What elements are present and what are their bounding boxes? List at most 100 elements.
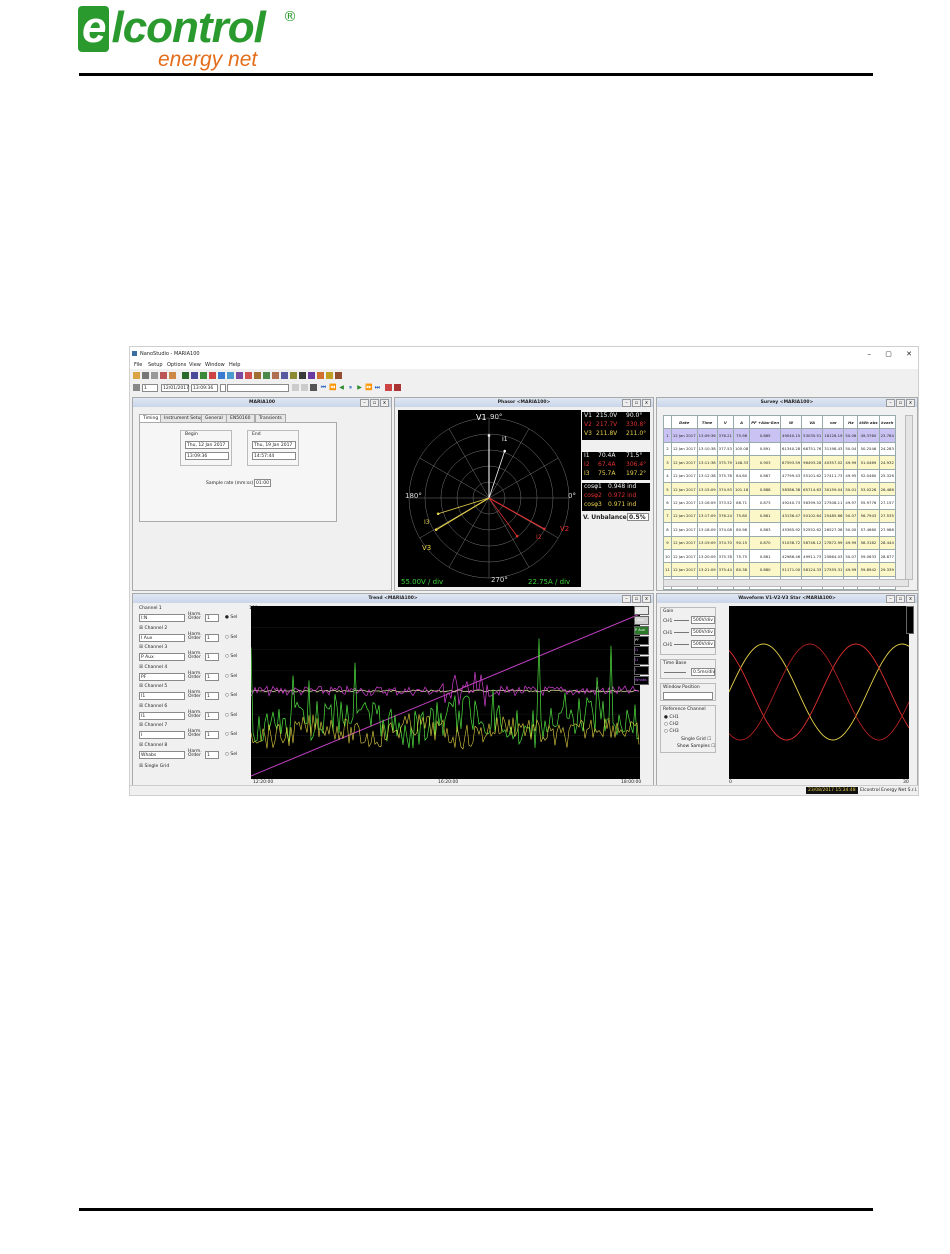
config-icon[interactable] (308, 372, 315, 379)
channel-select[interactable]: I1 (139, 711, 185, 720)
col-kvarh[interactable]: kvarh (878, 414, 896, 430)
sel-radio[interactable]: ○ Sel (225, 635, 237, 640)
range-minus-button[interactable] (220, 384, 226, 392)
gain-ch1-slider[interactable] (674, 620, 689, 621)
col-a[interactable]: A (732, 414, 751, 430)
download-icon[interactable] (317, 372, 324, 379)
menu-help[interactable]: Help (229, 362, 240, 368)
sel-radio[interactable]: ○ Sel (225, 654, 237, 659)
pane-minimize-icon[interactable]: – (622, 595, 631, 603)
legend-item[interactable]: I (634, 666, 649, 675)
pane-maximize-icon[interactable]: ▫ (896, 399, 905, 407)
sel-radio[interactable]: ○ Sel (225, 732, 237, 737)
harmonics-icon[interactable] (227, 372, 234, 379)
sel-radio[interactable]: ○ Sel (225, 693, 237, 698)
channel-select[interactable]: I Aux (139, 633, 185, 642)
gain-ch2-slider[interactable] (674, 632, 689, 633)
transient-icon[interactable] (254, 372, 261, 379)
demand-icon[interactable] (272, 372, 279, 379)
window-position-scrollbar[interactable] (663, 692, 713, 700)
date-input[interactable]: 12/01/2017 (161, 384, 189, 392)
table-row[interactable]: 5 12 Jan 2017 13:15:09 374.93 101.18 0.888 583… (663, 481, 896, 497)
help-icon[interactable] (326, 372, 333, 379)
chart-icon[interactable] (200, 372, 207, 379)
energy-icon[interactable] (263, 372, 270, 379)
menu-file[interactable]: File (134, 362, 142, 368)
menu-window[interactable]: Window (205, 362, 225, 368)
col-kwh[interactable]: kWh abs (857, 414, 880, 430)
statistics-icon[interactable] (290, 372, 297, 379)
pane-minimize-icon[interactable]: – (886, 399, 895, 407)
step-back-icon[interactable] (292, 384, 299, 391)
single-grid-checkbox[interactable]: ☒ Single Grid (139, 764, 169, 769)
print-icon[interactable] (142, 372, 149, 379)
table-row[interactable]: 2 12 Jan 2017 13:10:38 377.53 105.08 0.891 613… (663, 441, 896, 457)
time-input[interactable]: 13:09:36 (191, 384, 218, 392)
pane-close-icon[interactable]: x (906, 595, 915, 603)
page-input[interactable]: 1 (142, 384, 158, 392)
legend-item[interactable]: Whabs (634, 676, 649, 685)
close-icon[interactable]: ✕ (906, 350, 912, 358)
table-row[interactable]: 4 12 Jan 2017 13:12:38 375.78 84.60 0.867 4779… (663, 468, 896, 483)
gain-ch3-select[interactable]: 500V/div (691, 640, 715, 648)
pane-maximize-icon[interactable]: ▫ (896, 595, 905, 603)
channel-select[interactable]: Whabs (139, 750, 185, 759)
sample-rate-input[interactable]: 01:00 (254, 479, 271, 487)
channel-select[interactable]: I (139, 731, 185, 739)
channel-select[interactable]: PF (139, 672, 185, 681)
sel-radio[interactable]: ○ Sel (225, 713, 237, 718)
col-pf[interactable]: PF +Abs-Gen (749, 414, 782, 430)
sel-radio[interactable]: ○ Sel (225, 674, 237, 679)
table-row[interactable]: 10 12 Jan 2017 13:20:09 375.78 75.75 0.861 429… (663, 548, 896, 564)
export-icon[interactable] (151, 372, 158, 379)
harm-order-input[interactable]: 1 (205, 672, 219, 681)
harm-order-input[interactable]: 1 (205, 731, 219, 739)
flicker-icon[interactable] (236, 372, 243, 379)
menu-setup[interactable]: Setup (148, 362, 163, 368)
begin-date-input[interactable]: Thu, 12 Jan 2017 (185, 441, 229, 449)
end-time-input[interactable]: 14:57:44 (252, 452, 296, 460)
gain-ch1-select[interactable]: 500V/div (691, 616, 715, 624)
legend-item[interactable]: I1 (634, 656, 649, 665)
grid-icon[interactable] (182, 372, 189, 379)
pane-minimize-icon[interactable]: – (622, 399, 631, 407)
menu-options[interactable]: Options (167, 362, 186, 368)
table-row[interactable]: 9 12 Jan 2017 13:19:09 374.70 90.15 0.870 5103… (663, 535, 896, 550)
table-row[interactable]: 3 12 Jan 2017 13:11:38 375.79 148.33 0.903 875… (663, 455, 896, 470)
pane-close-icon[interactable]: x (642, 399, 651, 407)
col-time[interactable]: Time (696, 414, 718, 430)
harm-order-input[interactable]: 1 (205, 692, 219, 700)
timebase-slider[interactable] (664, 672, 686, 673)
stop-icon[interactable] (394, 384, 401, 391)
begin-time-input[interactable]: 13:09:36 (185, 452, 229, 460)
sel-radio[interactable]: ● Sel (225, 615, 237, 620)
pane-maximize-icon[interactable]: ▫ (370, 399, 379, 407)
event-icon[interactable] (245, 372, 252, 379)
legend-item[interactable]: I:N (634, 606, 649, 615)
pin-icon[interactable] (160, 372, 167, 379)
fast-forward-icon[interactable]: ⏩ (365, 384, 372, 391)
pane-minimize-icon[interactable]: – (886, 595, 895, 603)
pane-close-icon[interactable]: x (642, 595, 651, 603)
harm-order-input[interactable]: 1 (205, 653, 219, 661)
harm-order-input[interactable]: 1 (205, 750, 219, 759)
pane-minimize-icon[interactable]: – (360, 399, 369, 407)
table-row[interactable]: 7 12 Jan 2017 13:17:09 376.24 75.80 0.861 4313… (663, 508, 896, 524)
pause-icon[interactable]: ⏸ (347, 384, 354, 391)
skip-last-icon[interactable]: ⏭ (374, 384, 381, 391)
time-slider[interactable] (227, 384, 289, 392)
table-icon[interactable] (191, 372, 198, 379)
gain-ch2-select[interactable]: 500V/div (691, 628, 715, 636)
legend-item[interactable]: I1 (634, 646, 649, 655)
survey-vertical-scrollbar[interactable] (905, 415, 913, 580)
report-icon[interactable] (281, 372, 288, 379)
scope-icon[interactable] (218, 372, 225, 379)
timebase-select[interactable]: 0.5ms/div (691, 668, 715, 676)
table-row[interactable]: 11 12 Jan 2017 13:21:09 375.44 80.38 0.880 511… (663, 562, 896, 577)
gain-ch3-slider[interactable] (674, 644, 689, 645)
trend-icon[interactable] (209, 372, 216, 379)
col-v[interactable]: V (716, 414, 734, 430)
step-forward-icon[interactable] (301, 384, 308, 391)
pane-close-icon[interactable]: x (380, 399, 389, 407)
harm-order-input[interactable]: 1 (205, 711, 219, 720)
